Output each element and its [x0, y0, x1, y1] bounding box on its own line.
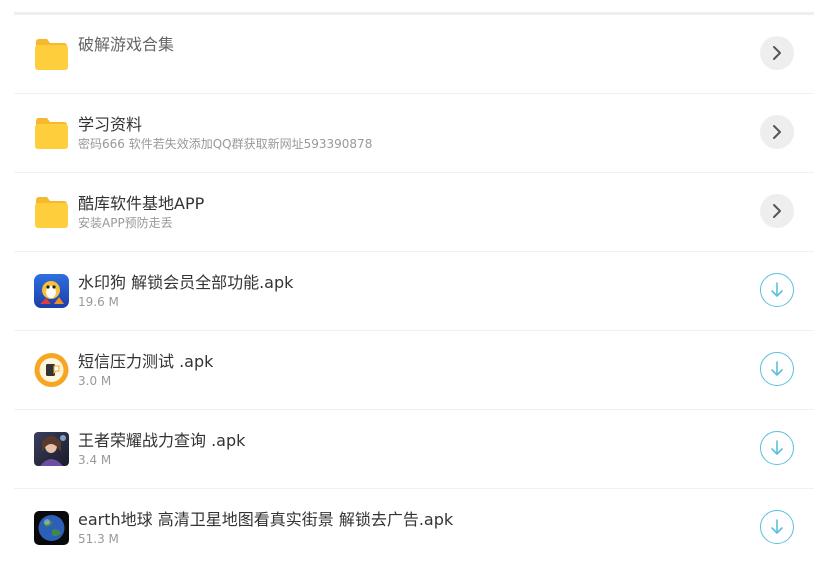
folder-icon [34, 195, 69, 229]
earth-globe-app-icon [34, 511, 69, 545]
item-text: earth地球 高清卫星地图看真实街景 解锁去广告.apk 51.3 M [78, 489, 734, 567]
item-text: 水印狗 解锁会员全部功能.apk 19.6 M [78, 252, 734, 330]
list-item-file-sms-test[interactable]: 短信压力测试 .apk 3.0 M [14, 331, 814, 410]
item-size: 3.4 M [78, 453, 112, 467]
item-subtitle: 安装APP预防走丢 [78, 216, 173, 230]
list-item-folder-cracked-games[interactable]: 破解游戏合集 [14, 15, 814, 94]
chevron-right-icon [773, 204, 781, 218]
download-button[interactable] [760, 431, 794, 465]
chevron-right-icon [773, 125, 781, 139]
item-title: 酷库软件基地APP [78, 194, 205, 213]
download-icon [771, 519, 783, 534]
item-text: 破解游戏合集 [78, 15, 734, 93]
file-list: 破解游戏合集 学习资料 密码666 软件若失效添加QQ群获取新网址5933908… [14, 15, 814, 567]
item-size: 19.6 M [78, 295, 119, 309]
download-icon [771, 282, 783, 297]
open-folder-button[interactable] [760, 36, 794, 70]
item-text: 学习资料 密码666 软件若失效添加QQ群获取新网址593390878 [78, 94, 734, 172]
chevron-right-icon [773, 46, 781, 60]
download-icon [771, 440, 783, 455]
item-title: 水印狗 解锁会员全部功能.apk [78, 273, 294, 292]
item-text: 短信压力测试 .apk 3.0 M [78, 331, 734, 409]
list-item-file-earth[interactable]: earth地球 高清卫星地图看真实街景 解锁去广告.apk 51.3 M [14, 489, 814, 567]
item-title: 学习资料 [78, 115, 143, 134]
list-item-file-hok-power-query[interactable]: 王者荣耀战力查询 .apk 3.4 M [14, 410, 814, 489]
download-button[interactable] [760, 510, 794, 544]
game-character-app-icon [34, 432, 69, 466]
item-subtitle: 密码666 软件若失效添加QQ群获取新网址593390878 [78, 137, 373, 151]
download-button[interactable] [760, 273, 794, 307]
list-item-folder-kuku-app[interactable]: 酷库软件基地APP 安装APP预防走丢 [14, 173, 814, 252]
item-title: 王者荣耀战力查询 .apk [78, 431, 246, 450]
open-folder-button[interactable] [760, 115, 794, 149]
list-item-folder-study-materials[interactable]: 学习资料 密码666 软件若失效添加QQ群获取新网址593390878 [14, 94, 814, 173]
item-size: 51.3 M [78, 532, 119, 546]
item-title: 破解游戏合集 [78, 35, 175, 54]
watermark-dog-app-icon [34, 274, 69, 308]
item-text: 酷库软件基地APP 安装APP预防走丢 [78, 173, 734, 251]
open-folder-button[interactable] [760, 194, 794, 228]
folder-icon [34, 116, 69, 150]
item-text: 王者荣耀战力查询 .apk 3.4 M [78, 410, 734, 488]
list-item-file-watermark-dog[interactable]: 水印狗 解锁会员全部功能.apk 19.6 M [14, 252, 814, 331]
item-title: 短信压力测试 .apk [78, 352, 214, 371]
sms-app-icon [34, 353, 69, 387]
download-button[interactable] [760, 352, 794, 386]
item-size: 3.0 M [78, 374, 112, 388]
download-icon [771, 361, 783, 376]
item-title: earth地球 高清卫星地图看真实街景 解锁去广告.apk [78, 510, 454, 529]
folder-icon [34, 37, 69, 71]
